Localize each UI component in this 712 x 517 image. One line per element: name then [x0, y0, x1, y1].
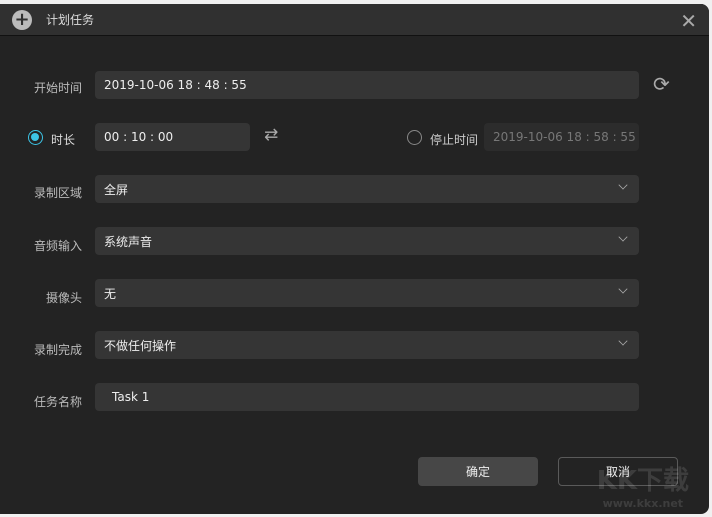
camera-value: 无	[104, 286, 117, 301]
camera-select[interactable]: 无	[95, 279, 639, 307]
chevron-down-icon	[618, 336, 628, 346]
title-bar: + 计划任务	[0, 4, 709, 36]
task-name-label: 任务名称	[33, 395, 82, 409]
duration-radio[interactable]	[28, 130, 43, 145]
camera-label: 摄像头	[45, 291, 82, 305]
chevron-down-icon	[618, 180, 628, 190]
stop-time-input[interactable]: 2019-10-06 18 : 58 : 55	[484, 123, 639, 151]
close-icon[interactable]: ✕	[680, 9, 697, 33]
duration-label: 时长	[51, 133, 76, 147]
record-area-label: 录制区域	[33, 186, 82, 200]
start-time-input[interactable]: 2019-10-06 18 : 48 : 55	[95, 71, 639, 99]
on-complete-value: 不做任何操作	[104, 338, 177, 353]
add-icon: +	[12, 9, 32, 30]
swap-icon[interactable]: ⇄	[264, 125, 278, 145]
dialog-title: 计划任务	[46, 13, 95, 27]
audio-input-select[interactable]: 系统声音	[95, 227, 639, 255]
audio-input-label: 音频输入	[33, 239, 82, 253]
on-complete-select[interactable]: 不做任何操作	[95, 331, 639, 359]
chevron-down-icon	[618, 232, 628, 242]
on-complete-label: 录制完成	[33, 343, 82, 357]
duration-input[interactable]: 00 : 10 : 00	[95, 123, 250, 151]
chevron-down-icon	[618, 284, 628, 294]
task-name-input[interactable]: Task 1	[95, 383, 639, 411]
audio-input-value: 系统声音	[104, 234, 153, 249]
stop-time-radio[interactable]	[407, 130, 422, 145]
refresh-icon[interactable]: ⟳	[653, 72, 670, 96]
stop-time-label: 停止时间	[430, 133, 479, 147]
watermark-logo: KK下载	[596, 466, 689, 496]
start-time-label: 开始时间	[33, 81, 82, 95]
record-area-value: 全屏	[104, 182, 129, 197]
ok-button[interactable]: 确定	[418, 457, 538, 486]
record-area-select[interactable]: 全屏	[95, 175, 639, 203]
watermark-url: www.kkx.net	[602, 497, 684, 510]
watermark: KK下载 www.kkx.net	[597, 460, 689, 510]
schedule-task-dialog: + 计划任务 ✕ 开始时间 2019-10-06 18 : 48 : 55 ⟳ …	[0, 4, 709, 514]
